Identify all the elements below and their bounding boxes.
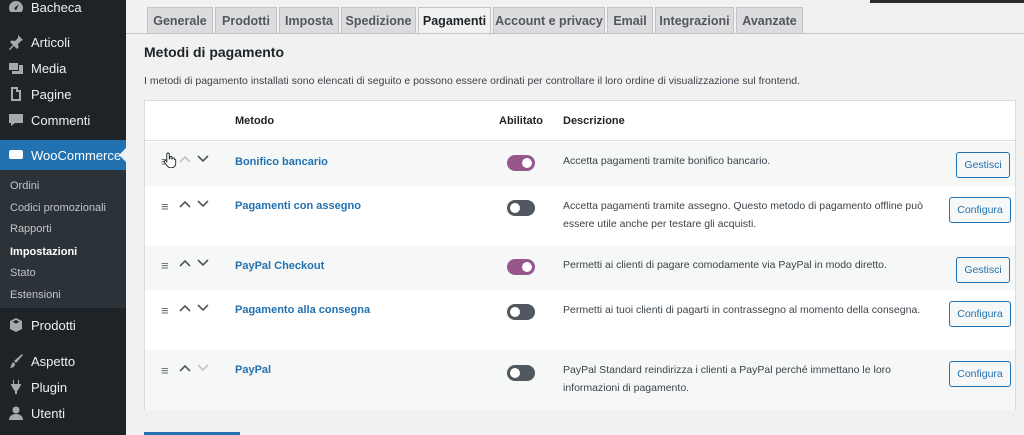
tab-email[interactable]: Email	[607, 7, 653, 34]
top-edge-strip	[870, 0, 1024, 3]
table-row: ≡ PayPal Checkout Permetti ai clienti di…	[145, 246, 1015, 290]
page-description: I metodi di pagamento installati sono el…	[144, 75, 801, 87]
submenu-item-stato[interactable]: Stato	[10, 265, 36, 281]
tab-generale[interactable]: Generale	[147, 7, 213, 34]
menu-item-utenti[interactable]: Utenti	[0, 400, 126, 426]
menu-item-bacheca[interactable]: Bacheca	[0, 0, 126, 20]
menu-label: Plugin	[31, 379, 68, 395]
chevron-down-icon[interactable]	[197, 154, 209, 166]
column-header-descrizione: Descrizione	[563, 115, 625, 127]
submenu-item-rapporti[interactable]: Rapporti	[10, 221, 52, 237]
method-link[interactable]: Bonifico bancario	[235, 156, 328, 168]
drag-handle-icon[interactable]: ≡	[161, 303, 169, 318]
drag-handle-icon[interactable]: ≡	[161, 258, 169, 273]
menu-item-media[interactable]: Media	[0, 55, 126, 81]
tab-prodotti[interactable]: Prodotti	[215, 7, 277, 34]
enable-toggle[interactable]	[507, 259, 535, 275]
method-description: Permetti ai clienti di pagare comodament…	[563, 259, 887, 271]
method-link[interactable]: PayPal	[235, 364, 271, 376]
submenu-item-impostazioni[interactable]: Impostazioni	[10, 244, 77, 260]
table-row: ≡ PayPal PayPal Standard reindirizza i c…	[145, 350, 1015, 410]
method-description: Accetta pagamenti tramite assegno. Quest…	[563, 200, 923, 230]
chevron-down-icon	[197, 363, 209, 375]
brush-icon	[8, 353, 24, 369]
table-header: Metodo Abilitato Descrizione	[145, 101, 1015, 141]
menu-item-woocommerce[interactable]: WooCommerce	[0, 140, 126, 170]
submenu-item-codici-promozionali[interactable]: Codici promozionali	[10, 200, 106, 216]
chevron-down-icon[interactable]	[197, 303, 209, 315]
dashboard-icon	[8, 0, 24, 15]
menu-label: Bacheca	[31, 0, 82, 15]
chevron-up-icon[interactable]	[179, 363, 191, 375]
enable-toggle[interactable]	[507, 200, 535, 216]
enable-toggle[interactable]	[507, 155, 535, 171]
menu-item-articoli[interactable]: Articoli	[0, 29, 126, 55]
tab-account-privacy[interactable]: Account e privacy	[493, 7, 605, 34]
admin-sidebar: Bacheca Articoli Media Pagine Commenti W…	[0, 0, 126, 435]
pages-icon	[8, 86, 24, 102]
submenu-item-estensioni[interactable]: Estensioni	[10, 287, 61, 303]
box-icon	[8, 317, 24, 333]
menu-item-commenti[interactable]: Commenti	[0, 107, 126, 133]
tab-spedizione[interactable]: Spedizione	[341, 7, 416, 34]
tab-imposta[interactable]: Imposta	[279, 7, 339, 34]
method-link[interactable]: Pagamento alla consegna	[235, 304, 370, 316]
menu-item-aspetto[interactable]: Aspetto	[0, 348, 126, 374]
tab-pagamenti[interactable]: Pagamenti	[418, 7, 491, 35]
table-row: ≡ Pagamenti con assegno Accetta pagament…	[145, 186, 1015, 246]
comment-icon	[8, 112, 24, 128]
column-header-abilitato: Abilitato	[499, 115, 543, 127]
enable-toggle[interactable]	[507, 304, 535, 320]
method-link[interactable]: Pagamenti con assegno	[235, 200, 361, 212]
table-row: ≡ Bonifico bancario Accetta pagamenti tr…	[145, 142, 1015, 186]
enable-toggle[interactable]	[507, 365, 535, 381]
menu-label: Articoli	[31, 34, 71, 50]
menu-label: Prodotti	[31, 317, 76, 333]
page-title: Metodi di pagamento	[144, 44, 284, 60]
method-link[interactable]: PayPal Checkout	[235, 260, 324, 272]
menu-label: Utenti	[31, 405, 65, 421]
chevron-up-icon[interactable]	[179, 303, 191, 315]
tab-integrazioni[interactable]: Integrazioni	[655, 7, 734, 34]
column-header-metodo: Metodo	[235, 115, 275, 127]
manage-button[interactable]: Gestisci	[956, 257, 1010, 283]
media-icon	[8, 60, 24, 76]
pin-icon	[8, 34, 24, 50]
hand-cursor-icon	[163, 152, 177, 168]
chevron-up-icon[interactable]	[179, 199, 191, 211]
configure-button[interactable]: Configura	[949, 197, 1011, 223]
current-menu-arrow	[119, 148, 126, 162]
configure-button[interactable]: Configura	[949, 301, 1011, 327]
menu-label: Media	[31, 60, 67, 76]
method-description: PayPal Standard reindirizza i clienti a …	[563, 364, 891, 394]
chevron-down-icon[interactable]	[197, 199, 209, 211]
menu-label: Pagine	[31, 86, 72, 102]
tabs-baseline	[126, 33, 1024, 34]
manage-button[interactable]: Gestisci	[956, 152, 1010, 178]
method-description: Permetti ai tuoi clienti di pagarti in c…	[563, 304, 921, 316]
menu-label: Commenti	[31, 112, 91, 128]
woocommerce-submenu: Ordini Codici promozionali Rapporti Impo…	[0, 170, 126, 308]
chevron-down-icon[interactable]	[197, 258, 209, 270]
chevron-up-icon[interactable]	[179, 258, 191, 270]
payment-methods-table: Metodo Abilitato Descrizione ≡ Bonifico …	[144, 100, 1016, 410]
drag-handle-icon[interactable]: ≡	[161, 363, 169, 378]
menu-label: Aspetto	[31, 353, 76, 369]
menu-item-prodotti[interactable]: Prodotti	[0, 312, 126, 338]
menu-item-pagine[interactable]: Pagine	[0, 81, 126, 107]
chevron-up-icon	[179, 154, 191, 166]
woocommerce-icon	[8, 147, 24, 163]
drag-handle-icon[interactable]: ≡	[161, 199, 169, 214]
plug-icon	[8, 379, 24, 395]
submenu-item-ordini[interactable]: Ordini	[10, 178, 39, 194]
table-row: ≡ Pagamento alla consegna Permetti ai tu…	[145, 290, 1015, 350]
method-description: Accetta pagamenti tramite bonifico banca…	[563, 155, 771, 167]
tab-avanzate[interactable]: Avanzate	[736, 7, 803, 34]
user-icon	[8, 405, 24, 421]
menu-item-plugin[interactable]: Plugin	[0, 374, 126, 400]
menu-label: WooCommerce	[31, 147, 122, 163]
configure-button[interactable]: Configura	[949, 361, 1011, 387]
